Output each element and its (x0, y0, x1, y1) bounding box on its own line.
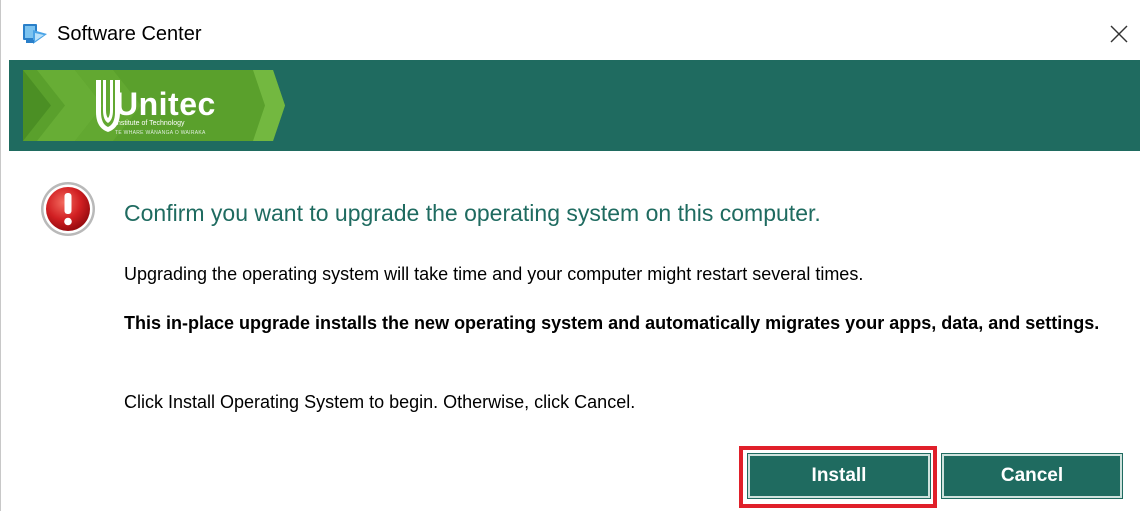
logo-subtitle: Institute of Technology (115, 120, 185, 127)
title-bar: Software Center (1, 0, 1140, 60)
dialog-heading: Confirm you want to upgrade the operatin… (124, 200, 821, 226)
install-button[interactable]: Install (747, 453, 931, 499)
logo-tagline: TE WHARE WĀNANGA O WAIRAKA (115, 130, 206, 136)
unitec-banner: Unitec Institute of Technology TE WHARE … (9, 60, 1140, 151)
software-center-icon (23, 24, 47, 44)
close-button[interactable] (1097, 12, 1140, 56)
cancel-button[interactable]: Cancel (941, 453, 1123, 499)
software-center-window: Software Center Unitec Institute of Tech… (0, 0, 1140, 511)
logo-name: Unitec (115, 86, 216, 122)
close-icon (1110, 25, 1128, 43)
dialog-message-instructions: Click Install Operating System to begin.… (124, 392, 636, 412)
dialog-message-time: Upgrading the operating system will take… (124, 264, 864, 284)
dialog-message-migration: This in-place upgrade installs the new o… (124, 313, 1100, 333)
window-title: Software Center (57, 23, 202, 45)
error-icon (41, 182, 95, 236)
